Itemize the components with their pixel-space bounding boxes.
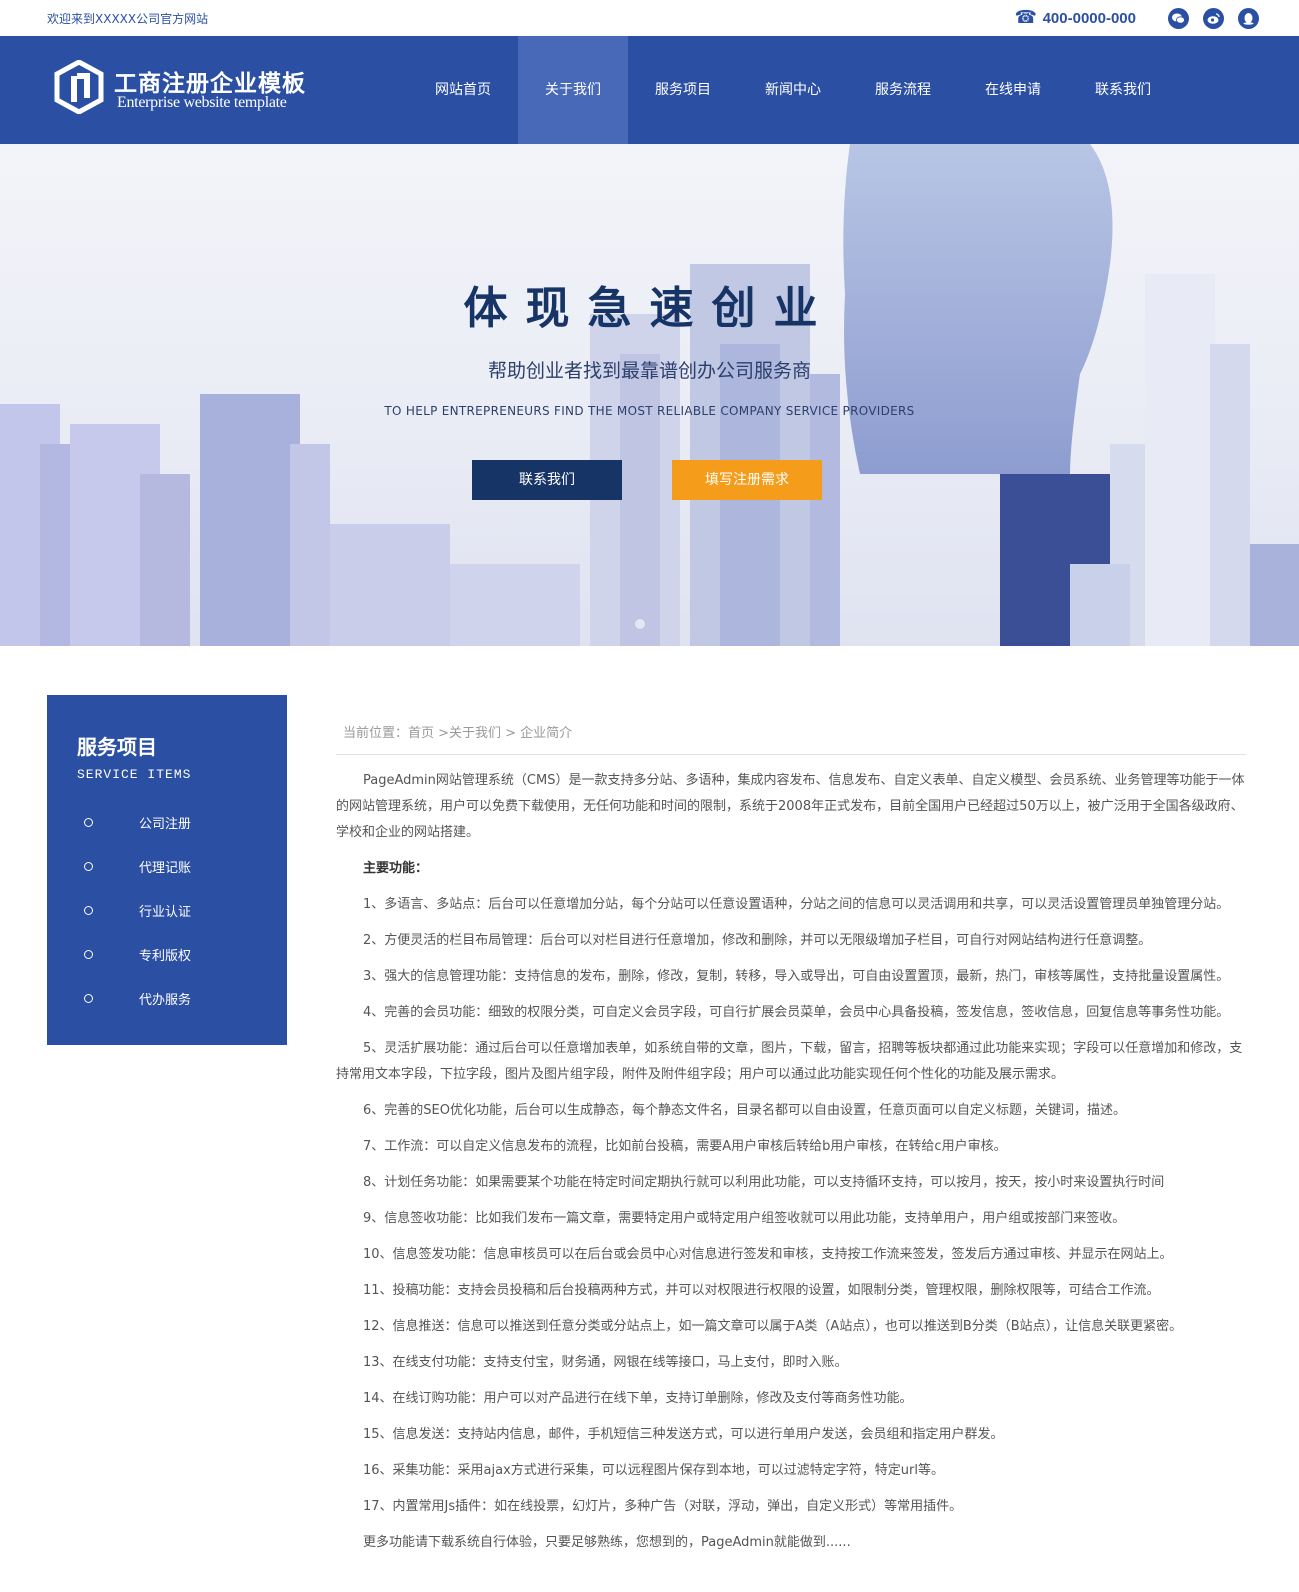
sidebar-item-label: 专利版权 xyxy=(139,948,192,964)
sidebar-item-label: 公司注册 xyxy=(139,816,192,832)
feature-item: 3、强大的信息管理功能：支持信息的发布，删除，修改，复制，转移，导入或导出，可自… xyxy=(363,969,1230,984)
nav-apply[interactable]: 在线申请 xyxy=(958,36,1068,144)
feature-item: 11、投稿功能：支持会员投稿和后台投稿两种方式，并可以对权限进行权限的设置，如限… xyxy=(363,1283,1160,1298)
nav-home[interactable]: 网站首页 xyxy=(408,36,518,144)
register-request-button[interactable]: 填写注册需求 xyxy=(672,460,822,500)
features-heading: 主要功能： xyxy=(363,861,429,876)
article-footer: 更多功能请下载系统自行体验，只要足够熟练，您想到的，PageAdmin就能做到.… xyxy=(363,1535,851,1550)
contact-us-button[interactable]: 联系我们 xyxy=(472,460,622,500)
site-header: 工商注册企业模板 Enterprise website template 网站首… xyxy=(0,36,1299,144)
feature-item: 16、采集功能：采用ajax方式进行采集，可以远程图片保存到本地，可以过滤特定字… xyxy=(363,1463,944,1478)
feature-item: 17、内置常用Js插件：如在线投票，幻灯片，多种广告（对联，浮动，弹出，自定义形… xyxy=(363,1499,963,1514)
wechat-icon[interactable] xyxy=(1168,7,1189,29)
slide-dot[interactable] xyxy=(635,619,645,629)
brand-tagline: Enterprise website template xyxy=(117,94,287,111)
logo-icon[interactable] xyxy=(54,59,104,115)
feature-item: 2、方便灵活的栏目布局管理：后台可以对栏目进行任意增加，修改和删除，并可以无限级… xyxy=(363,933,1152,948)
feature-item: 7、工作流：可以自定义信息发布的流程，比如前台投稿，需要A用户审核后转给b用户审… xyxy=(363,1139,1007,1154)
feature-item: 8、计划任务功能：如果需要某个功能在特定时间定期执行就可以利用此功能，可以支持循… xyxy=(363,1175,1165,1190)
welcome-text: 欢迎来到XXXXX公司官方网站 xyxy=(47,12,209,26)
feature-item: 9、信息签收功能：比如我们发布一篇文章，需要特定用户或特定用户组签收就可以用此功… xyxy=(363,1211,1126,1226)
sidebar-item-patent[interactable]: 专利版权 xyxy=(47,932,287,976)
weibo-icon[interactable] xyxy=(1203,7,1224,29)
service-sidebar: 服务项目 SERVICE ITEMS 公司注册 代理记账 行业认证 专利版权 代… xyxy=(47,695,287,1045)
main-nav: 网站首页 关于我们 服务项目 新闻中心 服务流程 在线申请 联系我们 xyxy=(408,36,1178,144)
feature-item: 12、信息推送：信息可以推送到任意分类或分站点上，如一篇文章可以属于A类（A站点… xyxy=(363,1319,1183,1334)
nav-contact[interactable]: 联系我们 xyxy=(1068,36,1178,144)
city-skyline-image xyxy=(0,144,1299,646)
nav-process[interactable]: 服务流程 xyxy=(848,36,958,144)
sidebar-item-label: 代理记账 xyxy=(139,860,192,876)
hero-banner: 体现急速创业 帮助创业者找到最靠谱创办公司服务商 TO HELP ENTREPR… xyxy=(0,144,1299,646)
sidebar-item-agency[interactable]: 代办服务 xyxy=(47,976,287,1020)
contact-strip: ☎ 400-0000-000 xyxy=(1015,6,1259,30)
sidebar-item-certification[interactable]: 行业认证 xyxy=(47,888,287,932)
circle-bullet-icon xyxy=(84,905,93,915)
top-bar: 欢迎来到XXXXX公司官方网站 ☎ 400-0000-000 xyxy=(0,0,1299,36)
circle-bullet-icon xyxy=(84,861,93,871)
brand-name[interactable]: 工商注册企业模板 xyxy=(114,64,306,98)
feature-item: 10、信息签发功能：信息审核员可以在后台或会员中心对信息进行签发和审核，支持按工… xyxy=(363,1247,1173,1262)
feature-item: 14、在线订购功能：用户可以对产品进行在线下单，支持订单删除，修改及支付等商务性… xyxy=(363,1391,913,1406)
nav-about[interactable]: 关于我们 xyxy=(518,36,628,144)
feature-item: 13、在线支付功能：支持支付宝，财务通，网银在线等接口，马上支付，即时入账。 xyxy=(363,1355,848,1370)
breadcrumb[interactable]: 当前位置：首页 >关于我们 > 企业简介 xyxy=(343,722,572,741)
feature-item: 4、完善的会员功能：细致的权限分类，可自定义会员字段，可自行扩展会员菜单，会员中… xyxy=(363,1005,1230,1020)
nav-news[interactable]: 新闻中心 xyxy=(738,36,848,144)
banner-title: 体现急速创业 xyxy=(463,283,836,334)
feature-item: 5、灵活扩展功能：通过后台可以任意增加表单，如系统自带的文章，图片，下载，留言，… xyxy=(336,1041,1243,1082)
phone-icon: ☎ xyxy=(1014,7,1037,28)
nav-services[interactable]: 服务项目 xyxy=(628,36,738,144)
circle-bullet-icon xyxy=(84,949,93,959)
sidebar-title-en: SERVICE ITEMS xyxy=(77,767,192,782)
article-intro: PageAdmin网站管理系统（CMS）是一款支持多分站、多语种，集成内容发布、… xyxy=(336,773,1245,840)
sidebar-item-label: 行业认证 xyxy=(139,904,192,920)
circle-bullet-icon xyxy=(84,817,93,827)
sidebar-item-label: 代办服务 xyxy=(139,992,192,1008)
divider xyxy=(336,754,1246,755)
article-body: PageAdmin网站管理系统（CMS）是一款支持多分站、多语种，集成内容发布、… xyxy=(336,768,1246,1566)
sidebar-item-company-registration[interactable]: 公司注册 xyxy=(47,800,287,844)
banner-subtitle: 帮助创业者找到最靠谱创办公司服务商 xyxy=(487,360,811,382)
feature-item: 1、多语言、多站点：后台可以任意增加分站，每个分站可以任意设置语种，分站之间的信… xyxy=(363,897,1230,912)
phone-number[interactable]: 400-0000-000 xyxy=(1043,10,1136,27)
feature-item: 6、完善的SEO优化功能，后台可以生成静态，每个静态文件名，目录名都可以自由设置… xyxy=(363,1103,1126,1118)
banner-subtitle-en: TO HELP ENTREPRENEURS FIND THE MOST RELI… xyxy=(384,404,915,418)
sidebar-list: 公司注册 代理记账 行业认证 专利版权 代办服务 xyxy=(47,800,287,1020)
sidebar-item-bookkeeping[interactable]: 代理记账 xyxy=(47,844,287,888)
sidebar-title: 服务项目 xyxy=(77,735,157,759)
qq-icon[interactable] xyxy=(1238,7,1259,29)
feature-item: 15、信息发送：支持站内信息，邮件，手机短信三种发送方式，可以进行单用户发送，会… xyxy=(363,1427,1004,1442)
circle-bullet-icon xyxy=(84,993,93,1003)
